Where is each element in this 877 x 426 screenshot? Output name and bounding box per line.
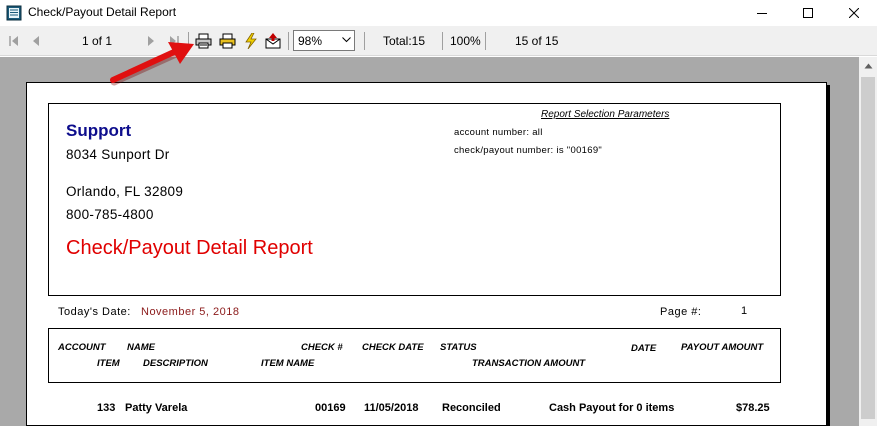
col-item: ITEM (97, 358, 120, 369)
date-label: Today's Date: (58, 306, 131, 318)
address-line-2: Orlando, FL 32809 (66, 184, 184, 199)
address-line-1: 8034 Sunport Dr (66, 147, 170, 162)
vertical-scrollbar[interactable] (859, 57, 877, 426)
zoom-value: 98% (298, 34, 323, 48)
row-status: Reconciled (442, 402, 501, 414)
maximize-icon (803, 8, 813, 18)
percent-processed: 100% (450, 34, 481, 48)
col-payout-amount: PAYOUT AMOUNT (681, 342, 764, 353)
toolbar-separator (288, 32, 289, 50)
col-item-name: ITEM NAME (261, 358, 315, 369)
param-check-number: check/payout number: is "00169" (454, 145, 603, 156)
previous-page-icon (33, 36, 39, 46)
record-count: 15 of 15 (515, 34, 559, 48)
first-page-button[interactable] (8, 26, 20, 56)
total-records: Total:15 (383, 34, 426, 48)
col-date: DATE (631, 343, 657, 354)
export-button[interactable] (265, 26, 281, 56)
date-value: November 5, 2018 (141, 306, 240, 318)
row-name: Patty Varela (125, 402, 188, 414)
printer-setup-icon (219, 33, 236, 49)
company-name: Support (66, 121, 132, 140)
maximize-button[interactable] (785, 0, 831, 26)
title-bar: Check/Payout Detail Report (0, 0, 877, 26)
phone-number: 800-785-4800 (66, 207, 154, 222)
report-header-box (48, 103, 781, 296)
scroll-up-button[interactable] (859, 57, 877, 74)
chevron-down-icon (342, 37, 351, 43)
previous-page-button[interactable] (30, 26, 42, 56)
printer-setup-button[interactable] (219, 26, 236, 56)
row-description: Cash Payout for 0 items (549, 402, 675, 414)
col-transaction-amount: TRANSACTION AMOUNT (472, 358, 586, 369)
export-envelope-icon (265, 33, 281, 49)
col-check-date: CHECK DATE (362, 342, 424, 353)
minimize-icon (757, 13, 767, 14)
scroll-thumb[interactable] (861, 77, 875, 419)
col-description: DESCRIPTION (143, 358, 208, 369)
row-check-date: 11/05/2018 (364, 402, 419, 414)
col-account: ACCOUNT (58, 342, 106, 353)
param-account-number: account number: all (454, 127, 543, 138)
col-name: NAME (127, 342, 155, 353)
toolbar-separator (485, 32, 486, 50)
report-title: Check/Payout Detail Report (66, 237, 313, 259)
page-number-value: 1 (741, 305, 748, 317)
first-page-icon (9, 36, 18, 46)
zoom-dropdown[interactable]: 98% (293, 30, 355, 51)
row-account: 133 (97, 402, 116, 414)
window-title: Check/Payout Detail Report (28, 5, 177, 19)
report-app-icon (6, 5, 22, 21)
row-amount: $78.25 (736, 402, 770, 414)
row-check-number: 00169 (315, 402, 346, 414)
col-check-number: CHECK # (301, 342, 343, 353)
toolbar-separator (442, 32, 443, 50)
chevron-up-icon (864, 63, 872, 68)
parameters-heading: Report Selection Parameters (541, 109, 670, 120)
page-number-label: Page #: (660, 306, 702, 318)
column-header-box (48, 328, 781, 383)
minimize-button[interactable] (739, 0, 785, 26)
col-status: STATUS (440, 342, 477, 353)
close-icon (849, 8, 859, 18)
refresh-button[interactable] (244, 26, 258, 56)
lightning-icon (245, 33, 257, 49)
close-button[interactable] (831, 0, 877, 26)
annotation-arrow (110, 42, 194, 86)
toolbar-separator (364, 32, 365, 50)
